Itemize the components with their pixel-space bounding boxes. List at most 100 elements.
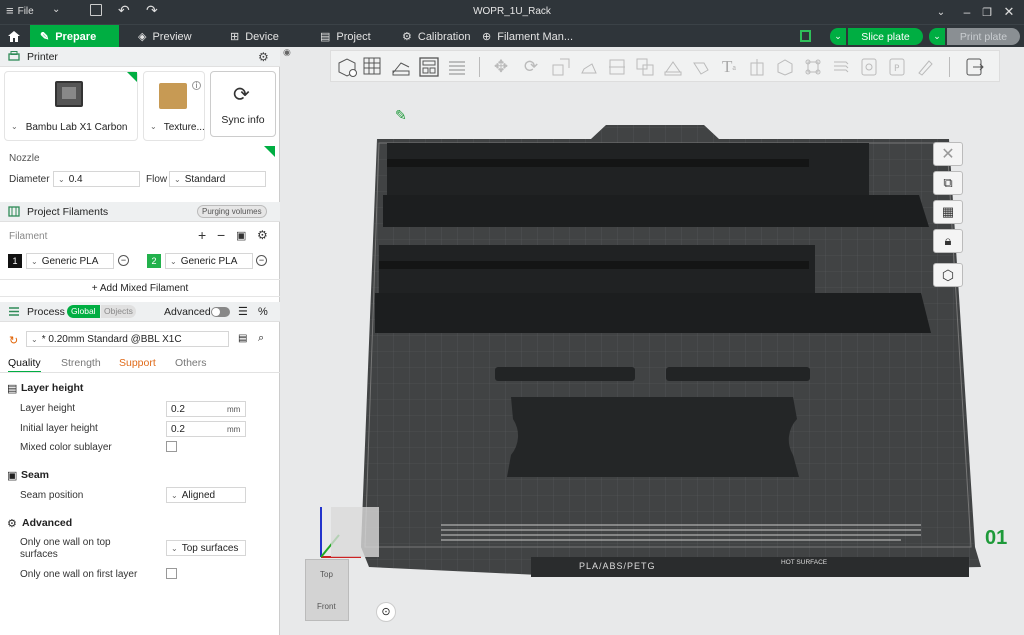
printer-section-title: Printer xyxy=(27,50,58,63)
initial-layer-height-label: Initial layer height xyxy=(20,423,98,434)
seam-group-icon: ▣ xyxy=(7,470,18,482)
delete-plate-icon[interactable]: ✕ xyxy=(933,142,963,166)
model-strip xyxy=(495,367,635,381)
orient-plate-icon[interactable]: ⧉ xyxy=(933,171,963,195)
filament-index-badge: 1 xyxy=(8,254,22,268)
reset-icon[interactable]: ↻ xyxy=(9,334,18,347)
purging-volumes-button[interactable]: Purging volumes xyxy=(197,205,267,218)
title-bar: ≡ File ⌄ ↶ ↷ WOPR_1U_Rack ⌄ – ❐ ✕ xyxy=(0,0,1024,24)
info-icon[interactable]: i xyxy=(192,81,201,90)
model-plate xyxy=(507,397,799,477)
process-icon xyxy=(7,305,21,319)
view-cube[interactable]: Top Front xyxy=(305,559,349,621)
advanced-switch[interactable] xyxy=(211,307,230,317)
one-wall-first-layer-label: Only one wall on first layer xyxy=(20,569,138,580)
filament-remove-icon[interactable]: − xyxy=(256,255,267,266)
one-wall-top-select[interactable]: ⌄ Top surfaces xyxy=(166,540,246,556)
list-icon[interactable]: ☰ xyxy=(238,305,248,318)
filament-edit-icon[interactable]: ▣ xyxy=(236,229,246,242)
flow-select[interactable]: ⌄ Standard xyxy=(169,171,266,187)
add-filament-button[interactable]: + xyxy=(198,227,206,243)
filament-label: Filament xyxy=(9,231,48,242)
seam-group-title: Seam xyxy=(21,469,50,481)
save-preset-icon[interactable]: ▤ xyxy=(238,333,247,344)
plate-select[interactable]: ⌄ Texture... xyxy=(150,122,205,133)
plate-settings-icon[interactable]: ⬡ xyxy=(933,263,963,287)
tab-prepare[interactable]: ✎ Prepare xyxy=(30,25,119,48)
tab-device[interactable]: ⊞ Device xyxy=(220,25,310,48)
multi-device-icon[interactable] xyxy=(800,30,811,42)
chevron-down-icon: ⌄ xyxy=(171,490,178,500)
plate-card[interactable]: i ⌄ Texture... xyxy=(143,71,205,141)
one-wall-first-layer-checkbox[interactable] xyxy=(166,568,177,579)
printer-select[interactable]: ⌄ Bambu Lab X1 Carbon xyxy=(11,122,127,133)
advanced-group-icon: ⚙ xyxy=(7,518,17,530)
chevron-down-icon: ⌄ xyxy=(11,122,18,131)
mixed-color-sublayer-checkbox[interactable] xyxy=(166,441,177,452)
tab-strength[interactable]: Strength xyxy=(61,357,101,369)
chevron-down-icon: ⌄ xyxy=(31,256,38,266)
filament-select[interactable]: ⌄ Generic PLA xyxy=(165,253,253,269)
arrange-plate-icon[interactable]: ▦ xyxy=(933,200,963,224)
left-sidebar: Printer ⚙ ⌄ Bambu Lab X1 Carbon i ⌄ Textur… xyxy=(0,47,280,635)
advanced-label: Advanced xyxy=(164,305,211,318)
project-icon: ▤ xyxy=(320,31,331,43)
global-toggle[interactable]: Global xyxy=(67,305,100,318)
chevron-down-icon: ⌄ xyxy=(171,543,178,553)
camera-reset-icon[interactable]: ⊙ xyxy=(376,602,396,622)
initial-layer-height-input[interactable]: 0.2 mm xyxy=(166,421,246,437)
filament-select[interactable]: ⌄ Generic PLA xyxy=(26,253,114,269)
diameter-select[interactable]: ⌄ 0.4 xyxy=(53,171,140,187)
tab-project[interactable]: ▤ Project xyxy=(310,25,400,48)
device-icon: ⊞ xyxy=(230,31,240,43)
layer-height-group-icon: ▤ xyxy=(7,383,18,395)
print-dropdown-button[interactable]: ⌄ xyxy=(929,28,945,45)
tab-calibration[interactable]: ⚙ Calibration xyxy=(392,25,482,48)
filament-remove-icon[interactable]: − xyxy=(118,255,129,266)
home-icon[interactable] xyxy=(0,25,28,48)
process-preset-select[interactable]: ⌄ * 0.20mm Standard @BBL X1C xyxy=(26,331,229,347)
sync-info-button[interactable]: ⟳ Sync info xyxy=(210,71,276,137)
slice-plate-button[interactable]: Slice plate xyxy=(848,28,923,45)
cube-icon: ◈ xyxy=(138,31,147,43)
printer-icon xyxy=(7,50,21,64)
add-mixed-filament-button[interactable]: + Add Mixed Filament xyxy=(0,279,280,297)
printer-settings-icon[interactable]: ⚙ xyxy=(258,50,269,64)
nozzle-label: Nozzle xyxy=(9,153,40,164)
tab-quality[interactable]: Quality xyxy=(8,357,41,373)
one-wall-top-label: Only one wall on top surfaces xyxy=(20,537,111,560)
plate-material-label: PLA/ABS/PETG xyxy=(579,561,656,571)
layer-height-input[interactable]: 0.2 mm xyxy=(166,401,246,417)
filament-settings-icon[interactable]: ⚙ xyxy=(257,228,268,242)
remove-filament-button[interactable]: − xyxy=(217,227,225,243)
printer-card[interactable]: ⌄ Bambu Lab X1 Carbon xyxy=(4,71,138,141)
filament-icon: ⊕ xyxy=(482,31,492,43)
card-corner-marker xyxy=(264,146,275,157)
model-rail xyxy=(383,143,929,227)
print-plate-button[interactable]: Print plate xyxy=(947,28,1020,45)
tab-preview[interactable]: ◈ Preview xyxy=(128,25,216,48)
close-button[interactable]: ✕ xyxy=(994,0,1024,24)
main-tab-bar: ✎ Prepare ◈ Preview ⊞ Device ▤ Project ⚙ Cali… xyxy=(0,24,1024,48)
layer-height-group-title: Layer height xyxy=(21,382,84,394)
search-icon[interactable]: ⌕ xyxy=(258,332,264,345)
tab-filament-manager[interactable]: ⊕ Filament Man... xyxy=(472,25,582,48)
tab-underline xyxy=(0,372,280,373)
seam-position-select[interactable]: ⌄ Aligned xyxy=(166,487,246,503)
diameter-label: Diameter xyxy=(9,174,50,185)
printer-image xyxy=(55,81,83,107)
model-strip xyxy=(666,367,810,381)
card-corner-marker xyxy=(127,72,137,82)
layer-height-label: Layer height xyxy=(20,403,76,414)
view-cube-front[interactable]: Front xyxy=(317,602,336,611)
lock-plate-icon[interactable]: 🔒︎ xyxy=(933,229,963,253)
tab-support[interactable]: Support xyxy=(119,357,156,369)
view-cube-top[interactable]: Top xyxy=(320,570,333,579)
objects-toggle[interactable]: Objects xyxy=(101,305,136,318)
tab-others[interactable]: Others xyxy=(175,357,207,369)
chevron-down-icon: ⌄ xyxy=(31,334,38,344)
plate-number-label: 01 xyxy=(985,527,1008,549)
slice-dropdown-button[interactable]: ⌄ xyxy=(830,28,846,45)
percent-icon[interactable]: % xyxy=(258,306,268,318)
3d-viewport[interactable]: ◉ ✥ ⟳ Ta P ✎ 01 PLA/ABS/PETG HOT SURFACE… xyxy=(281,47,1024,635)
